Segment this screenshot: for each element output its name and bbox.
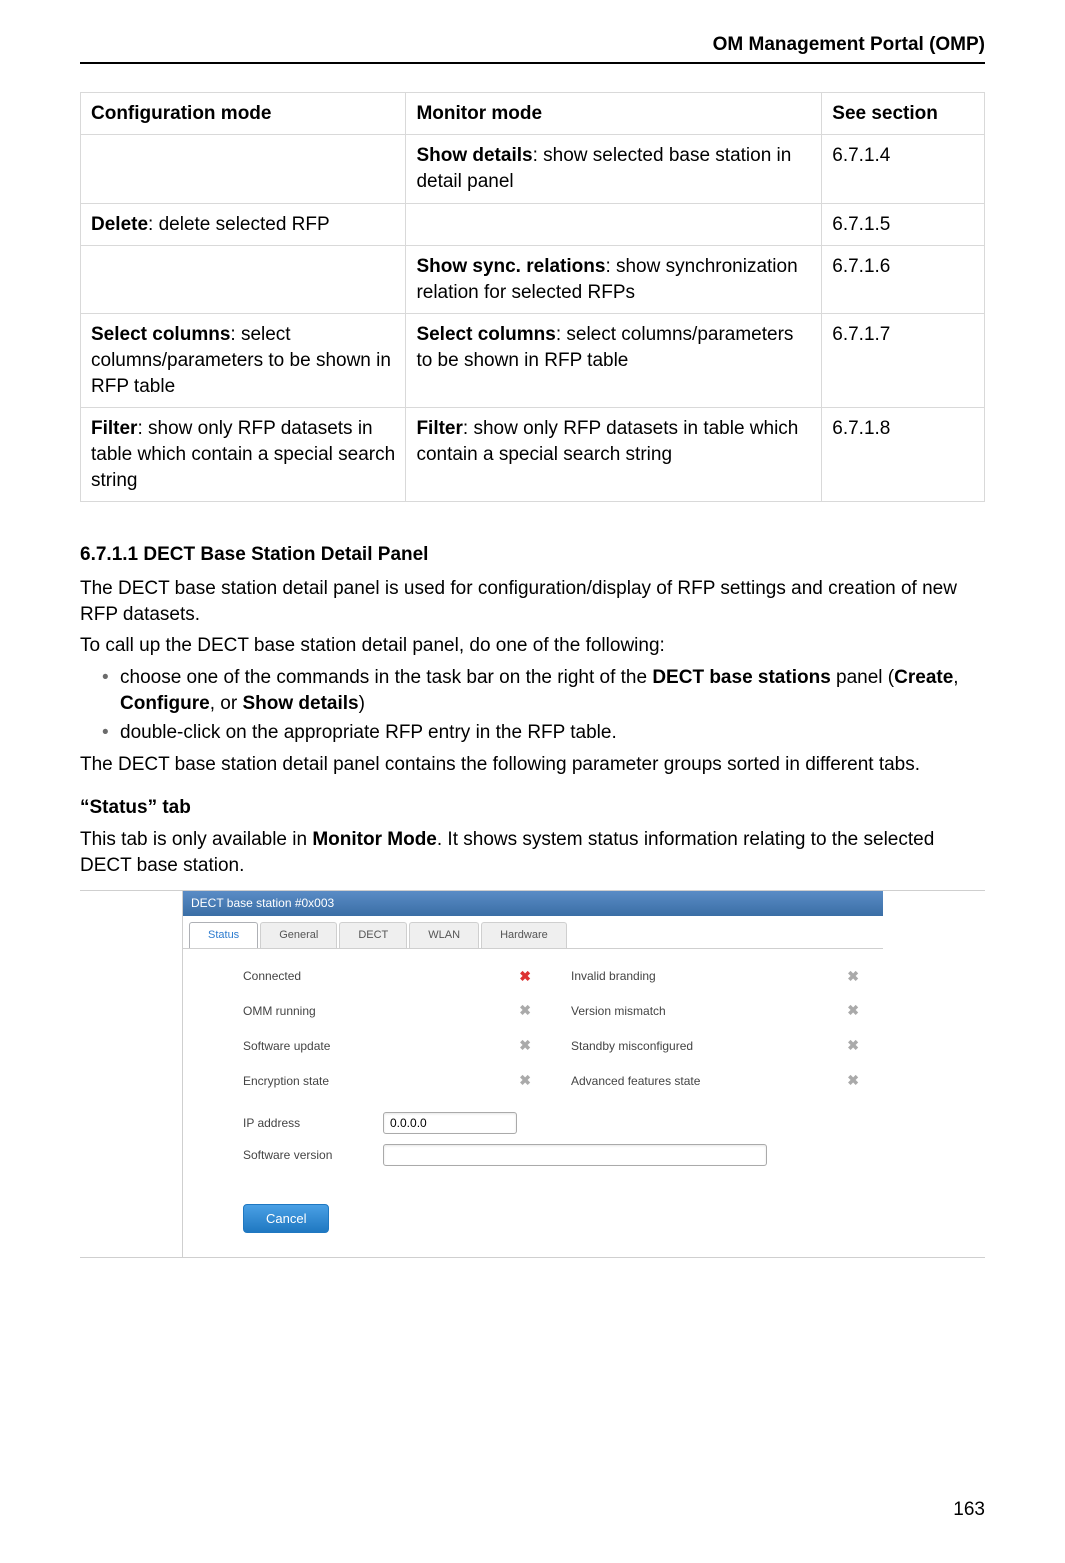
tab-content-status: Connected ✖ Invalid branding ✖ OMM runni…: [183, 948, 883, 1258]
tab-dect[interactable]: DECT: [339, 922, 407, 948]
table-row: Show sync. relations: show synchronizati…: [81, 246, 985, 314]
status-field: Advanced features state ✖: [571, 1071, 859, 1090]
software-version-label: Software version: [243, 1147, 383, 1163]
status-field: Standby misconfigured ✖: [571, 1036, 859, 1055]
cross-icon: ✖: [847, 1001, 859, 1020]
body-paragraph: The DECT base station detail panel is us…: [80, 576, 985, 627]
tab-bar: Status General DECT WLAN Hardware: [189, 922, 883, 948]
page-number: 163: [953, 1497, 985, 1523]
th-see-section: See section: [822, 92, 985, 135]
status-field: Version mismatch ✖: [571, 1001, 859, 1020]
tab-wlan[interactable]: WLAN: [409, 922, 479, 948]
list-item: choose one of the commands in the task b…: [102, 665, 985, 716]
status-field: OMM running ✖: [243, 1001, 531, 1020]
ip-address-label: IP address: [243, 1115, 383, 1131]
list-item: double-click on the appropriate RFP entr…: [102, 720, 985, 746]
table-row: Delete: delete selected RFP 6.7.1.5: [81, 203, 985, 246]
body-paragraph: The DECT base station detail panel conta…: [80, 752, 985, 778]
status-tab-heading: “Status” tab: [80, 795, 985, 821]
status-field: Invalid branding ✖: [571, 967, 859, 986]
cross-icon: ✖: [519, 1001, 531, 1020]
feature-table: Configuration mode Monitor mode See sect…: [80, 92, 985, 503]
cross-icon: ✖: [519, 1071, 531, 1090]
status-field: Connected ✖: [243, 967, 531, 986]
cross-icon: ✖: [519, 1036, 531, 1055]
cross-icon: ✖: [847, 967, 859, 986]
th-config-mode: Configuration mode: [81, 92, 406, 135]
cross-icon: ✖: [847, 1071, 859, 1090]
th-monitor-mode: Monitor mode: [406, 92, 822, 135]
tab-general[interactable]: General: [260, 922, 337, 948]
body-paragraph: To call up the DECT base station detail …: [80, 633, 985, 659]
body-paragraph: This tab is only available in Monitor Mo…: [80, 827, 985, 878]
status-field: Software update ✖: [243, 1036, 531, 1055]
panel-title: DECT base station #0x003: [183, 891, 883, 915]
header-rule: [80, 62, 985, 64]
tab-status[interactable]: Status: [189, 922, 258, 948]
screenshot-frame: DECT base station #0x003 Status General …: [80, 890, 985, 1258]
cancel-button[interactable]: Cancel: [243, 1204, 329, 1233]
tab-hardware[interactable]: Hardware: [481, 922, 567, 948]
dect-detail-panel: DECT base station #0x003 Status General …: [182, 891, 883, 1257]
section-heading: 6.7.1.1 DECT Base Station Detail Panel: [80, 542, 985, 568]
table-row: Show details: show selected base station…: [81, 135, 985, 203]
running-header: OM Management Portal (OMP): [80, 32, 985, 58]
table-row: Filter: show only RFP datasets in table …: [81, 408, 985, 502]
cross-icon: ✖: [519, 967, 531, 986]
cross-icon: ✖: [847, 1036, 859, 1055]
table-row: Select columns: select columns/parameter…: [81, 314, 985, 408]
status-field: Encryption state ✖: [243, 1071, 531, 1090]
ip-address-field[interactable]: [383, 1112, 517, 1134]
software-version-field[interactable]: [383, 1144, 767, 1166]
